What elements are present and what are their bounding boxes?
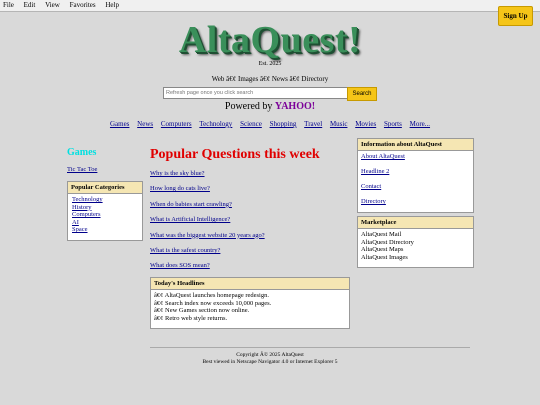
menu-edit[interactable]: Edit [24,1,36,9]
menu-favorites[interactable]: Favorites [70,1,96,9]
info-link[interactable]: Headline 2 [361,168,470,183]
category-link-news[interactable]: News [137,120,153,128]
headline-item: â€¢ New Games section now online. [154,307,250,315]
popular-category-link[interactable]: AI [72,219,139,227]
powered-by-label: Powered by [224,101,275,112]
popular-category-link[interactable]: Computers [72,211,139,219]
marketplace-item: AltaQuest Directory [361,238,414,246]
established-text: Est. 2025 [258,61,282,67]
question-link[interactable]: When do babies start crawling? [150,201,265,216]
menu-bar: File Edit View Favorites Help [0,0,540,12]
category-link-games[interactable]: Games [110,120,129,128]
category-link-computers[interactable]: Computers [161,120,192,128]
headline-item: â€¢ AltaQuest launches homepage redesign… [154,292,269,299]
popular-category-link[interactable]: History [72,204,139,212]
footer-divider [150,347,470,348]
question-link[interactable]: What does SOS mean? [150,262,265,277]
todays-headlines-box: Today's Headlines â€¢ AltaQuest launches… [150,277,350,329]
yahoo-logo[interactable]: YAHOO! [275,101,315,112]
marketplace-item: AltaQuest Maps [361,246,404,254]
search-input[interactable] [163,87,349,99]
info-link[interactable]: Directory [361,198,470,213]
headline-item: â€¢ Retro web style returns. [154,315,228,323]
category-link-travel[interactable]: Travel [304,120,322,128]
marketplace-box: Marketplace AltaQuest Mail AltaQuest Dir… [357,216,474,268]
marketplace-item: AltaQuest Images [361,253,408,261]
popular-categories-box: Popular Categories Technology History Co… [67,181,143,241]
category-link-sports[interactable]: Sports [384,120,402,128]
marketplace-item: AltaQuest Mail [361,231,402,238]
headline-item: â€¢ Search index now exceeds 10,000 page… [154,299,272,307]
category-link-technology[interactable]: Technology [199,120,232,128]
info-link[interactable]: Contact [361,183,470,198]
info-box-title: Information about AltaQuest [358,139,473,151]
question-link[interactable]: How long do cats live? [150,185,265,200]
category-link-music[interactable]: Music [330,120,348,128]
todays-headlines-title: Today's Headlines [151,278,349,290]
search-button[interactable]: Search [347,87,377,101]
popular-categories-title: Popular Categories [68,182,142,194]
popular-category-link[interactable]: Space [72,226,139,234]
search-tabs[interactable]: Web â€¢ Images â€¢ News â€¢ Directory [0,75,540,83]
popular-questions-title: Popular Questions this week [150,147,320,162]
question-link[interactable]: What was the biggest website 20 years ag… [150,232,265,247]
menu-view[interactable]: View [45,1,60,9]
powered-by: Powered by YAHOO! [0,101,540,112]
category-nav: Games News Computers Technology Science … [0,120,540,128]
best-viewed-text: Best viewed in Netscape Navigator 4.0 or… [202,358,338,365]
games-heading: Games [67,147,97,158]
footer: Copyright Â© 2025 AltaQuest Best viewed … [0,352,540,365]
menu-help[interactable]: Help [105,1,119,9]
question-link[interactable]: What is Artificial Intelligence? [150,216,265,231]
category-link-shopping[interactable]: Shopping [270,120,297,128]
question-link[interactable]: What is the safest country? [150,247,265,262]
tic-tac-toe-link[interactable]: Tic Tac Toe [67,166,97,173]
popular-category-link[interactable]: Technology [72,196,139,204]
category-link-movies[interactable]: Movies [355,120,376,128]
category-link-more[interactable]: More... [410,120,430,128]
popular-questions-list: Why is the sky blue? How long do cats li… [150,170,265,278]
marketplace-title: Marketplace [358,217,473,229]
info-box: Information about AltaQuest About AltaQu… [357,138,474,213]
menu-file[interactable]: File [3,1,14,9]
category-link-science[interactable]: Science [240,120,262,128]
info-link[interactable]: About AltaQuest [361,153,470,168]
question-link[interactable]: Why is the sky blue? [150,170,265,185]
site-logo: AltaQuest! [178,19,362,61]
